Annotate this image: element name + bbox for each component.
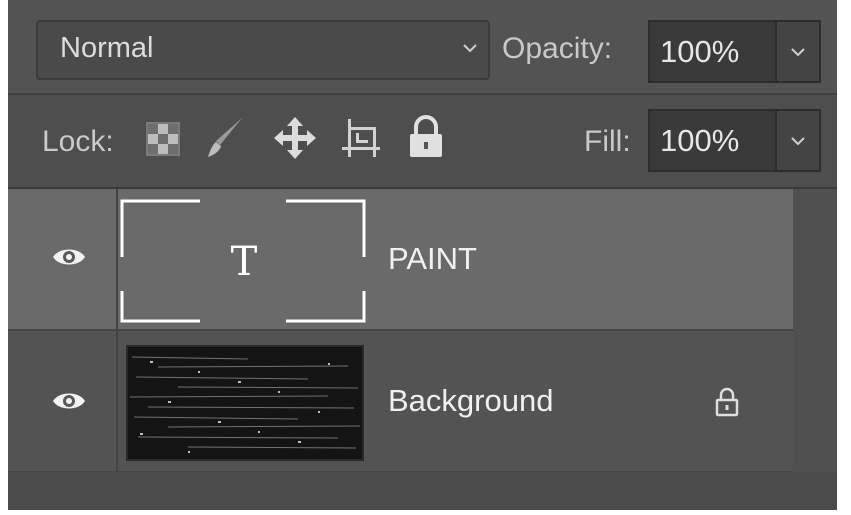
text-glyph: T [231,239,258,285]
fill-label: Fill: [584,125,631,158]
chevron-down-icon [791,137,805,146]
brush-icon[interactable] [204,115,246,161]
layers-list: T PAINT Background [8,189,837,510]
blend-row: Normal Opacity: 100% [8,0,837,95]
fill-dropdown-button[interactable] [775,111,819,170]
eye-icon [53,393,85,409]
chevron-down-icon [463,44,477,53]
layer-name[interactable]: Background [388,383,553,419]
artboard-icon[interactable] [338,115,384,161]
lock-label: Lock: [42,125,114,158]
opacity-label: Opacity: [502,32,613,65]
visibility-toggle[interactable] [8,189,118,329]
layer-row-paint[interactable]: T PAINT [8,189,793,329]
layers-empty-area [8,472,837,510]
background-thumbnail[interactable] [126,345,364,461]
lock-icon[interactable] [406,115,446,159]
checkerboard-icon[interactable] [146,122,180,156]
lock-row: Lock: Fill: 100% [8,95,837,189]
chevron-down-icon [791,48,805,57]
layers-panel: Normal Opacity: 100% Lock: Fill: 100% T … [8,0,837,510]
texture-image [128,347,362,459]
opacity-dropdown-button[interactable] [775,22,819,81]
layer-row-background[interactable]: Background [8,331,793,471]
blend-mode-dropdown[interactable]: Normal [36,20,490,80]
eye-icon [53,249,85,265]
fill-field[interactable]: 100% [648,109,821,172]
blend-mode-value: Normal [60,32,154,64]
lock-icon[interactable] [714,387,740,417]
visibility-toggle[interactable] [8,331,118,471]
layers-scroll-track[interactable] [793,189,837,479]
fill-value[interactable]: 100% [660,123,739,159]
opacity-field[interactable]: 100% [648,20,821,83]
text-layer-thumbnail[interactable]: T [120,199,368,323]
opacity-value[interactable]: 100% [660,34,739,70]
move-icon[interactable] [274,117,316,159]
layer-name[interactable]: PAINT [388,241,477,277]
